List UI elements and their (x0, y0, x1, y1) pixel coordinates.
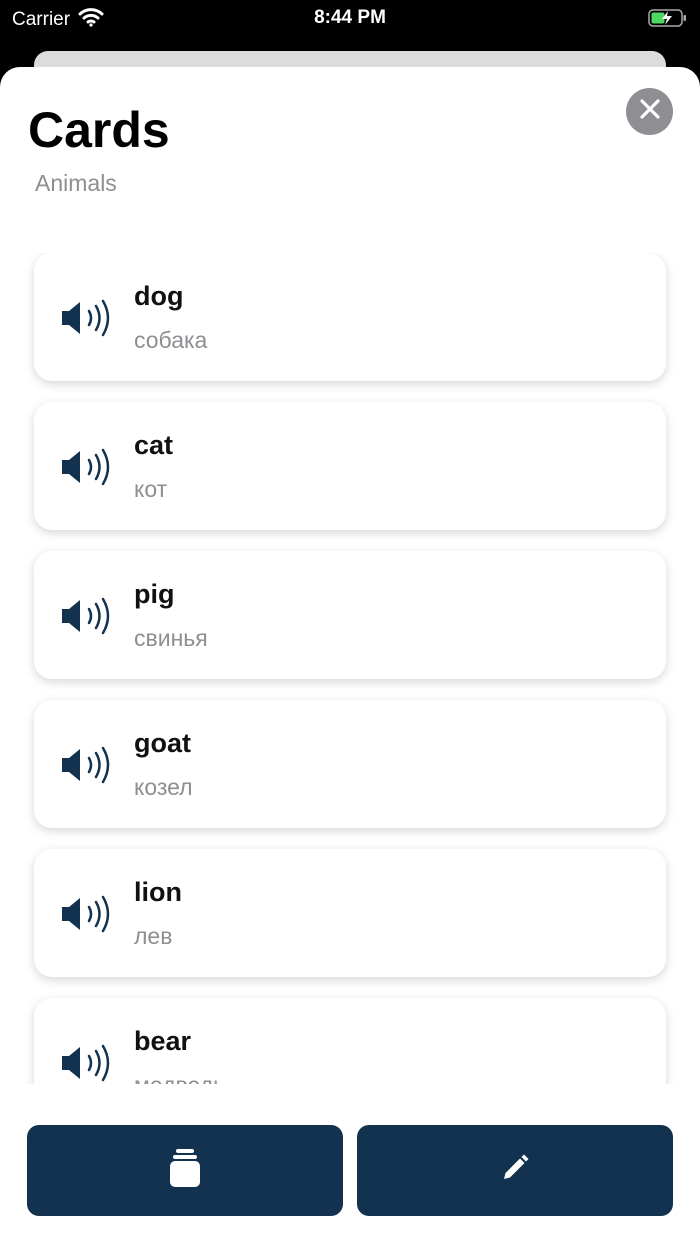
card-item[interactable]: lion лев (34, 849, 666, 977)
status-bar: Carrier 8:44 PM (0, 0, 700, 40)
card-stack-icon (170, 1149, 200, 1192)
speaker-icon[interactable] (60, 1044, 116, 1082)
card-word: cat (134, 430, 174, 460)
speaker-icon[interactable] (60, 895, 116, 933)
speaker-icon[interactable] (60, 448, 116, 486)
card-item[interactable]: goat козел (34, 700, 666, 828)
card-translation: собака (134, 327, 208, 353)
cards-sheet: Cards Animals dog собака cat кот pig сви… (0, 67, 700, 1244)
card-word: dog (134, 281, 184, 311)
edit-deck-button[interactable] (357, 1125, 673, 1216)
card-word: bear (134, 1026, 192, 1056)
card-item[interactable]: cat кот (34, 402, 666, 530)
card-translation: лев (134, 923, 173, 949)
page-title: Cards (28, 102, 170, 158)
card-translation: кот (134, 476, 168, 502)
card-word: lion (134, 877, 182, 907)
study-cards-button[interactable] (27, 1125, 343, 1216)
status-time: 8:44 PM (314, 7, 386, 28)
card-translation: медведь (134, 1072, 225, 1084)
pencil-icon (500, 1153, 530, 1188)
cards-list[interactable]: dog собака cat кот pig свинья goat козел… (0, 253, 700, 1084)
battery-charging-icon (648, 8, 688, 34)
card-item[interactable]: bear медведь (34, 998, 666, 1084)
card-item[interactable]: dog собака (34, 253, 666, 381)
bottom-action-bar (0, 1084, 700, 1244)
speaker-icon[interactable] (60, 597, 116, 635)
card-translation: свинья (134, 625, 208, 651)
card-word: goat (134, 728, 191, 758)
close-icon (639, 99, 660, 124)
deck-subtitle: Animals (35, 170, 117, 196)
speaker-icon[interactable] (60, 746, 116, 784)
card-translation: козел (134, 774, 193, 800)
close-button[interactable] (626, 88, 673, 135)
speaker-icon[interactable] (60, 299, 116, 337)
card-item[interactable]: pig свинья (34, 551, 666, 679)
card-word: pig (134, 579, 175, 609)
